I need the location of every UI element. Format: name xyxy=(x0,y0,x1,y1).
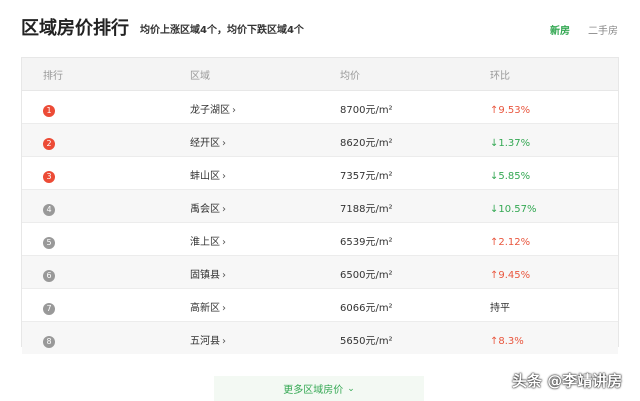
change-cell: ↓5.85% xyxy=(470,164,618,183)
average-price: 8620元/m² xyxy=(340,137,393,149)
month-change: ↑9.45% xyxy=(490,269,531,281)
rank-cell: 3 xyxy=(22,164,170,183)
rank-badge: 8 xyxy=(43,335,55,348)
price-cell: 7188元/m² xyxy=(320,197,470,216)
table-row: 1 龙子湖区 › 8700元/m² ↑9.53% xyxy=(22,91,618,124)
change-cell: ↑9.45% xyxy=(470,263,618,282)
average-price: 7188元/m² xyxy=(340,203,393,215)
rank-badge: 7 xyxy=(43,302,55,315)
average-price: 6539元/m² xyxy=(340,236,393,248)
chevron-right-icon: › xyxy=(222,335,226,347)
change-cell: 持平 xyxy=(470,296,618,315)
month-change: ↑9.53% xyxy=(490,104,531,116)
chevron-right-icon: › xyxy=(222,236,226,248)
region-cell[interactable]: 高新区 › xyxy=(170,296,320,315)
region-cell[interactable]: 蚌山区 › xyxy=(170,164,320,183)
month-change: ↑2.12% xyxy=(490,236,531,248)
chevron-down-icon: ⌄ xyxy=(347,383,355,394)
rank-cell: 8 xyxy=(22,329,170,348)
table-row: 2 经开区 › 8620元/m² ↓1.37% xyxy=(22,124,618,157)
more-regions-button[interactable]: 更多区域房价 ⌄ xyxy=(214,376,424,401)
price-cell: 7357元/m² xyxy=(320,164,470,183)
region-link[interactable]: 龙子湖区 xyxy=(190,105,230,116)
region-link[interactable]: 高新区 xyxy=(190,303,220,314)
rank-badge: 5 xyxy=(43,236,55,249)
change-cell: ↑9.53% xyxy=(470,98,618,117)
house-type-tabs: 新房 二手房 xyxy=(550,22,618,37)
month-change: 持平 xyxy=(490,302,510,314)
rank-cell: 2 xyxy=(22,131,170,150)
average-price: 6066元/m² xyxy=(340,302,393,314)
table-body: 1 龙子湖区 › 8700元/m² ↑9.53% 2 经开区 › 8620元/m² ↓1.37% 3… xyxy=(22,91,618,354)
region-price-table: 排行 区域 均价 环比 1 龙子湖区 › 8700元/m² ↑9.53% 2 经开区 › 862… xyxy=(21,57,619,354)
chevron-right-icon: › xyxy=(222,137,226,149)
change-cell: ↑8.3% xyxy=(470,329,618,348)
month-change: ↑8.3% xyxy=(490,335,524,347)
region-cell[interactable]: 淮上区 › xyxy=(170,230,320,249)
month-change: ↓1.37% xyxy=(490,137,531,149)
rank-cell: 4 xyxy=(22,197,170,216)
price-cell: 8700元/m² xyxy=(320,98,470,117)
region-link[interactable]: 禹会区 xyxy=(190,204,220,215)
tab-new-house[interactable]: 新房 xyxy=(550,22,570,37)
column-header-price: 均价 xyxy=(340,70,360,82)
rank-cell: 7 xyxy=(22,296,170,315)
price-cell: 8620元/m² xyxy=(320,131,470,150)
region-link[interactable]: 经开区 xyxy=(190,138,220,149)
region-link[interactable]: 五河县 xyxy=(190,336,220,347)
price-cell: 6500元/m² xyxy=(320,263,470,282)
region-cell[interactable]: 龙子湖区 › xyxy=(170,98,320,117)
chevron-right-icon: › xyxy=(222,203,226,215)
watermark: 头条 @李靖讲房 xyxy=(512,372,623,390)
chevron-right-icon: › xyxy=(222,170,226,182)
rank-cell: 6 xyxy=(22,263,170,282)
region-cell[interactable]: 固镇县 › xyxy=(170,263,320,282)
rank-badge: 6 xyxy=(43,269,55,282)
region-cell[interactable]: 经开区 › xyxy=(170,131,320,150)
region-cell[interactable]: 五河县 › xyxy=(170,329,320,348)
average-price: 5650元/m² xyxy=(340,335,393,347)
price-cell: 5650元/m² xyxy=(320,329,470,348)
table-row: 4 禹会区 › 7188元/m² ↓10.57% xyxy=(22,190,618,223)
tab-second-hand[interactable]: 二手房 xyxy=(588,22,618,37)
rank-badge: 3 xyxy=(43,170,55,183)
chevron-right-icon: › xyxy=(232,104,236,116)
more-regions-label: 更多区域房价 xyxy=(283,385,344,396)
month-change: ↓5.85% xyxy=(490,170,531,182)
change-cell: ↓1.37% xyxy=(470,131,618,150)
table-header: 排行 区域 均价 环比 xyxy=(22,58,618,91)
average-price: 7357元/m² xyxy=(340,170,393,182)
rank-badge: 4 xyxy=(43,203,55,216)
table-row: 8 五河县 › 5650元/m² ↑8.3% xyxy=(22,322,618,354)
chevron-right-icon: › xyxy=(222,269,226,281)
rank-badge: 2 xyxy=(43,137,55,150)
column-header-change: 环比 xyxy=(490,70,510,82)
table-row: 3 蚌山区 › 7357元/m² ↓5.85% xyxy=(22,157,618,190)
month-change: ↓10.57% xyxy=(490,203,537,215)
rank-cell: 1 xyxy=(22,98,170,117)
average-price: 6500元/m² xyxy=(340,269,393,281)
rank-cell: 5 xyxy=(22,230,170,249)
average-price: 8700元/m² xyxy=(340,104,393,116)
rank-badge: 1 xyxy=(43,104,55,117)
region-link[interactable]: 蚌山区 xyxy=(190,171,220,182)
column-header-region: 区域 xyxy=(190,70,210,82)
price-summary: 均价上涨区域4个，均价下跌区域4个 xyxy=(140,25,304,36)
chevron-right-icon: › xyxy=(222,302,226,314)
table-row: 5 淮上区 › 6539元/m² ↑2.12% xyxy=(22,223,618,256)
table-row: 6 固镇县 › 6500元/m² ↑9.45% xyxy=(22,256,618,289)
change-cell: ↓10.57% xyxy=(470,197,618,216)
page-title: 区域房价排行 xyxy=(21,18,129,39)
table-row: 7 高新区 › 6066元/m² 持平 xyxy=(22,289,618,322)
price-cell: 6066元/m² xyxy=(320,296,470,315)
region-cell[interactable]: 禹会区 › xyxy=(170,197,320,216)
region-link[interactable]: 固镇县 xyxy=(190,270,220,281)
region-link[interactable]: 淮上区 xyxy=(190,237,220,248)
change-cell: ↑2.12% xyxy=(470,230,618,249)
column-header-rank: 排行 xyxy=(43,70,63,82)
price-cell: 6539元/m² xyxy=(320,230,470,249)
